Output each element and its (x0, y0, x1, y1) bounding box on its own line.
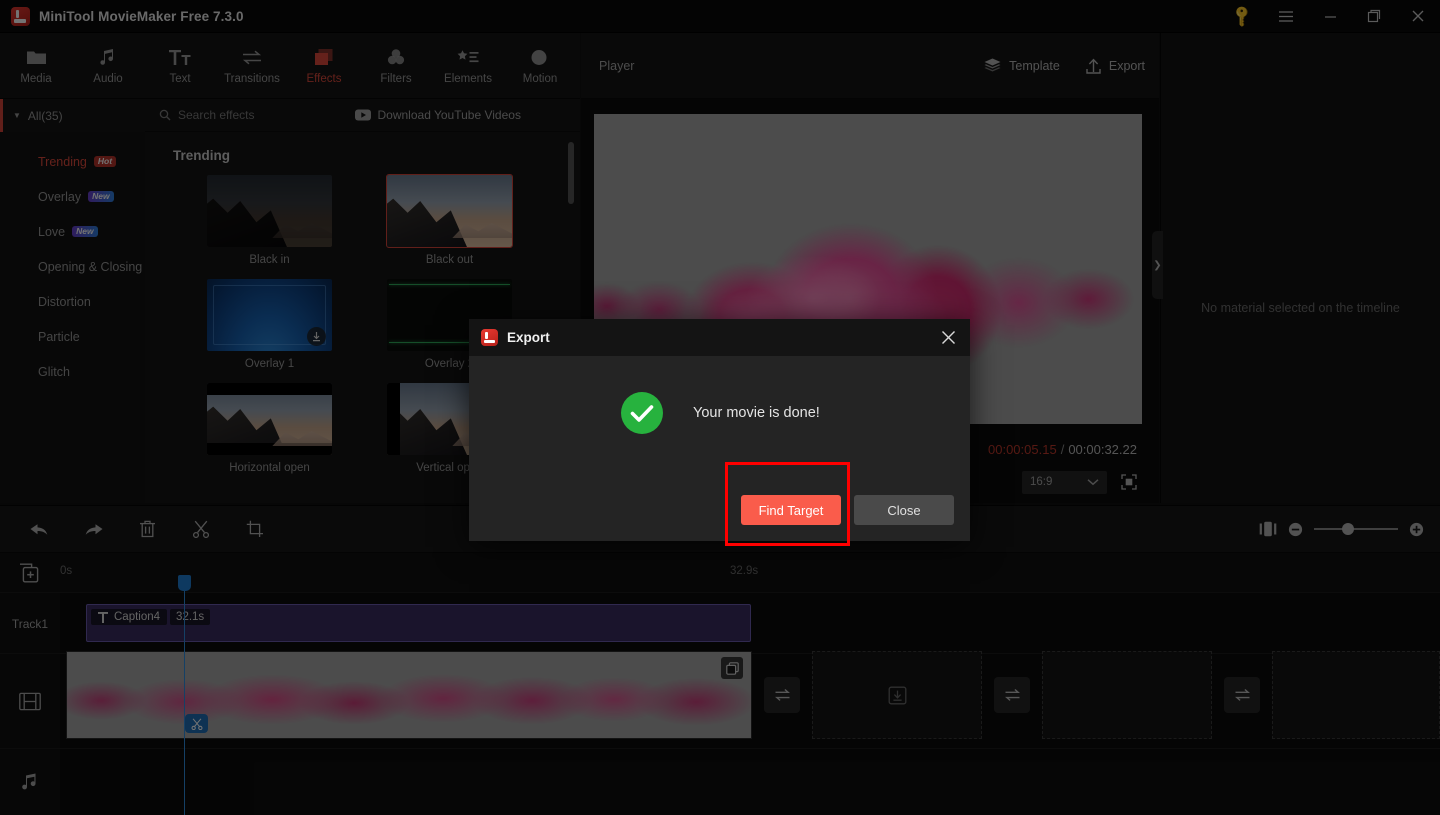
export-dialog-header: Export (469, 319, 970, 356)
export-dialog-actions: Find Target Close (741, 495, 954, 525)
close-button[interactable]: Close (854, 495, 954, 525)
export-dialog-title: Export (507, 330, 550, 345)
export-dialog-body: Your movie is done! Find Target Close (469, 356, 970, 541)
app-logo-icon (481, 329, 498, 346)
export-dialog: Export Your movie is done! Find Target C… (469, 319, 970, 541)
close-icon[interactable] (926, 319, 970, 356)
export-success-row: Your movie is done! (469, 356, 970, 434)
export-success-message: Your movie is done! (693, 405, 820, 421)
success-check-icon (621, 392, 663, 434)
app-window: MiniTool MovieMaker Free 7.3.0 🔑 (0, 0, 1440, 815)
find-target-button[interactable]: Find Target (741, 495, 841, 525)
